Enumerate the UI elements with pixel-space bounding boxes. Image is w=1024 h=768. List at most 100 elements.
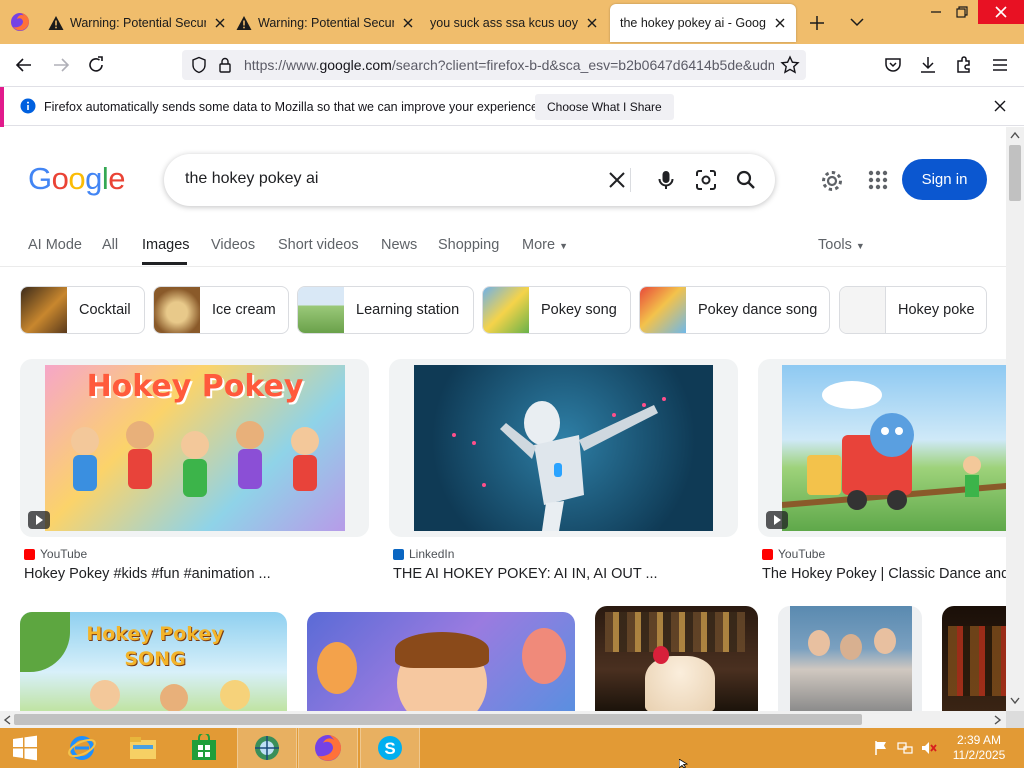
result-title[interactable]: Hokey Pokey #kids #fun #animation ... <box>24 566 369 582</box>
scroll-right-arrow-icon[interactable] <box>994 715 1002 725</box>
taskbar-internet-explorer[interactable] <box>52 728 112 768</box>
result-image[interactable]: Hokey Pokey SONG <box>20 612 287 711</box>
chip-ice-cream[interactable]: Ice cream <box>153 286 289 334</box>
horizontal-scrollbar[interactable] <box>0 711 1006 728</box>
result-image[interactable] <box>942 606 1006 711</box>
firefox-menu-icon[interactable] <box>10 12 30 32</box>
chip-cocktail[interactable]: Cocktail <box>20 286 145 334</box>
tab-all[interactable]: All <box>102 237 118 253</box>
vertical-scrollbar[interactable] <box>1006 127 1024 711</box>
result-image[interactable]: Hokey Pokey <box>45 365 345 531</box>
image-result-8[interactable] <box>942 606 1006 711</box>
choose-what-i-share-button[interactable]: Choose What I Share <box>535 94 674 120</box>
chip-pokey-song[interactable]: Pokey song <box>482 286 631 334</box>
new-tab-plus-icon[interactable] <box>806 12 828 34</box>
url-text[interactable]: https://www.google.com/search?client=fir… <box>244 57 774 73</box>
image-result-6[interactable] <box>595 606 758 711</box>
notification-text: Firefox automatically sends some data to… <box>44 100 542 114</box>
tab-search-1[interactable]: you suck ass ssa kcus uoy - Google Searc… <box>430 4 600 42</box>
tab-ai-mode[interactable]: AI Mode <box>28 237 82 253</box>
result-image[interactable] <box>307 612 575 711</box>
photo-person-head <box>874 628 896 654</box>
tab-short-videos[interactable]: Short videos <box>278 237 359 253</box>
tab-search-active[interactable]: the hokey pokey ai - Google Search <box>610 4 796 42</box>
tab-videos[interactable]: Videos <box>211 237 255 253</box>
forward-arrow-icon[interactable] <box>50 54 72 76</box>
clear-search-icon[interactable] <box>605 168 629 192</box>
start-button[interactable] <box>0 728 50 768</box>
search-box[interactable]: the hokey pokey ai <box>164 154 775 206</box>
photo-person-head <box>808 630 830 656</box>
settings-gear-icon[interactable] <box>819 168 845 194</box>
horizontal-scroll-thumb[interactable] <box>14 714 862 725</box>
google-apps-grid-icon[interactable] <box>866 168 890 192</box>
tab-shopping[interactable]: Shopping <box>438 237 499 253</box>
volume-muted-icon[interactable] <box>921 740 937 756</box>
taskbar-remote-desktop[interactable] <box>237 728 297 768</box>
lens-camera-icon[interactable] <box>694 168 718 192</box>
result-image[interactable] <box>778 606 922 711</box>
site-lock-icon[interactable] <box>216 56 234 74</box>
system-clock[interactable]: 2:39 AM 11/2/2025 <box>948 733 1010 763</box>
vertical-scroll-thumb[interactable] <box>1009 145 1021 201</box>
image-result-2[interactable]: LinkedIn THE AI HOKEY POKEY: AI IN, AI O… <box>389 359 738 587</box>
close-tab-icon[interactable] <box>400 15 416 31</box>
restore-window-icon[interactable] <box>946 0 978 24</box>
network-icon[interactable] <box>897 740 913 756</box>
chip-label: Hokey poke <box>898 302 975 318</box>
voice-search-mic-icon[interactable] <box>654 168 678 192</box>
chip-hokey-pokey[interactable]: Hokey poke <box>839 286 987 334</box>
pocket-icon[interactable] <box>882 54 904 76</box>
scroll-down-arrow-icon[interactable] <box>1010 697 1020 705</box>
taskbar-firefox[interactable] <box>298 728 358 768</box>
reload-icon[interactable] <box>85 54 107 76</box>
back-arrow-icon[interactable] <box>13 54 35 76</box>
tracking-protection-shield-icon[interactable] <box>190 56 208 74</box>
image-result-7[interactable] <box>778 606 922 711</box>
tab-news[interactable]: News <box>381 237 417 253</box>
chip-learning-station[interactable]: Learning station <box>297 286 474 334</box>
result-title[interactable]: THE AI HOKEY POKEY: AI IN, AI OUT ... <box>393 566 738 582</box>
hamburger-menu-icon[interactable] <box>989 54 1011 76</box>
google-logo[interactable]: Google <box>28 161 126 197</box>
result-image[interactable] <box>595 606 758 711</box>
action-center-flag-icon[interactable] <box>873 740 889 756</box>
image-result-4[interactable]: Hokey Pokey SONG <box>20 612 287 711</box>
tab-more[interactable]: More ▼ <box>522 237 568 253</box>
list-all-tabs-chevron-icon[interactable] <box>848 13 866 31</box>
chip-pokey-dance-song[interactable]: Pokey dance song <box>639 286 830 334</box>
result-source[interactable]: YouTube <box>762 547 825 561</box>
image-result-3[interactable]: YouTube The Hokey Pokey | Classic Dance … <box>758 359 1006 587</box>
result-title[interactable]: The Hokey Pokey | Classic Dance and ... <box>762 566 1006 582</box>
tab-images[interactable]: Images <box>142 237 190 253</box>
close-tab-icon[interactable] <box>584 15 600 31</box>
extensions-puzzle-icon[interactable] <box>953 54 975 76</box>
image-result-1[interactable]: Hokey Pokey YouTube Hokey Pokey #kids #f… <box>20 359 369 587</box>
sign-in-button[interactable]: Sign in <box>902 159 987 200</box>
tab-warning-1[interactable]: Warning: Potential Security Risk Ahead <box>48 4 228 42</box>
image-result-5[interactable] <box>307 612 575 711</box>
search-input[interactable]: the hokey pokey ai <box>185 170 318 188</box>
image-title-text: Hokey Pokey <box>86 369 304 404</box>
photo-person-head <box>840 634 862 660</box>
search-icon[interactable] <box>734 168 758 192</box>
address-bar[interactable]: https://www.google.com/search?client=fir… <box>182 50 806 80</box>
close-tab-icon[interactable] <box>772 15 788 31</box>
taskbar-file-explorer[interactable] <box>113 728 173 768</box>
taskbar-skype[interactable]: S <box>360 728 420 768</box>
close-tab-icon[interactable] <box>212 15 228 31</box>
tools-button[interactable]: Tools ▼ <box>818 237 865 253</box>
close-notification-icon[interactable] <box>993 99 1007 113</box>
result-source[interactable]: YouTube <box>24 547 87 561</box>
chip-label: Pokey song <box>541 302 617 318</box>
result-source[interactable]: LinkedIn <box>393 547 454 561</box>
downloads-icon[interactable] <box>917 54 939 76</box>
scroll-up-arrow-icon[interactable] <box>1010 131 1020 139</box>
taskbar-store[interactable] <box>174 728 234 768</box>
scroll-left-arrow-icon[interactable] <box>3 715 11 725</box>
tab-warning-2[interactable]: Warning: Potential Security Risk Ahead <box>236 4 416 42</box>
result-image[interactable] <box>414 365 713 531</box>
bookmark-star-icon[interactable] <box>780 55 800 75</box>
result-image[interactable] <box>781 365 1006 531</box>
close-window-icon[interactable] <box>978 0 1024 24</box>
